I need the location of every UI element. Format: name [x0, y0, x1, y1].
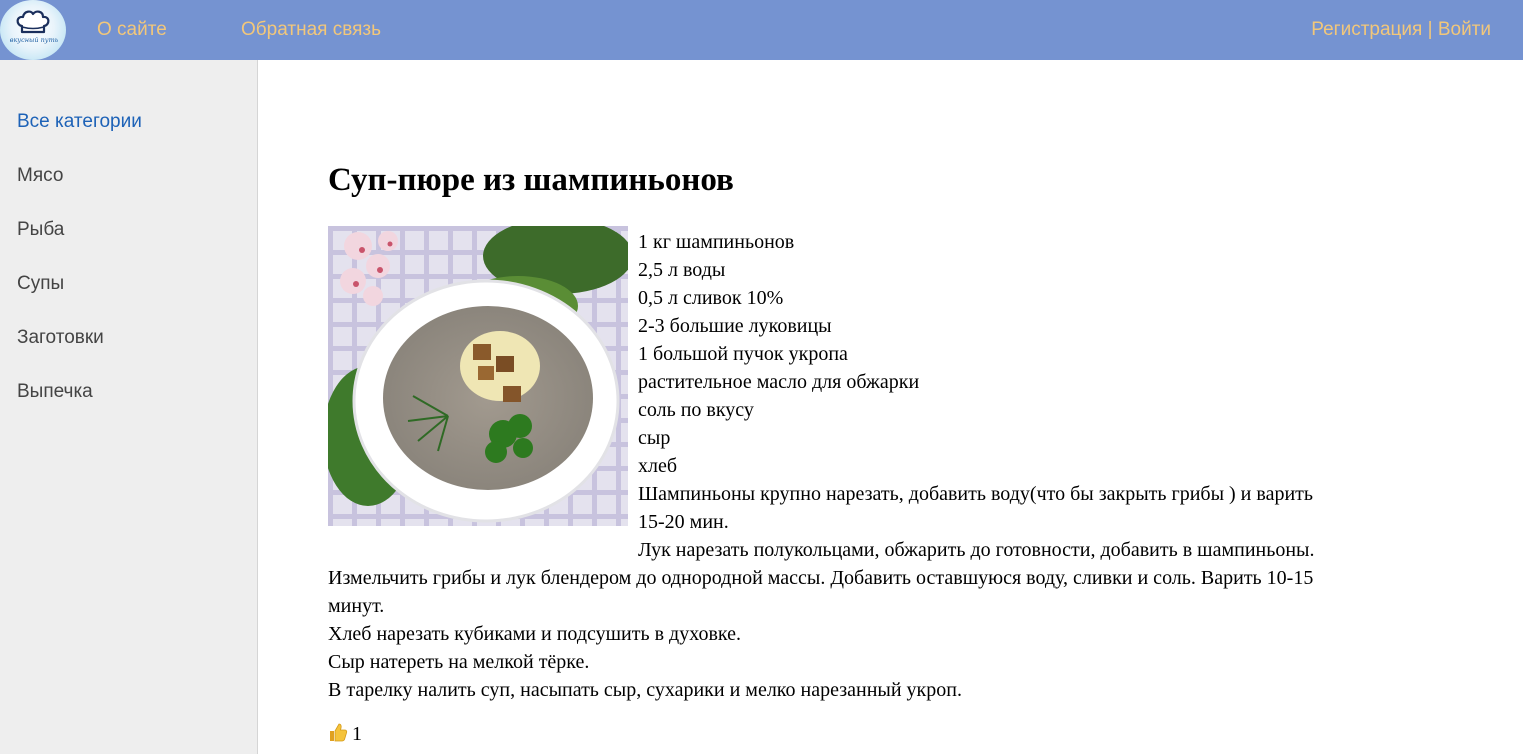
- ingredient-line: хлеб: [638, 455, 678, 477]
- sidebar-item-baking[interactable]: Выпечка: [17, 381, 93, 403]
- step-line: Шампиньоны крупно нарезать, добавить вод…: [638, 483, 1314, 505]
- step-line: Лук нарезать полукольцами, обжарить до г…: [638, 539, 1315, 561]
- ingredient-line: растительное масло для обжарки: [638, 371, 920, 393]
- sidebar-item-soups[interactable]: Супы: [17, 273, 64, 295]
- sidebar-item-fish[interactable]: Рыба: [17, 219, 64, 241]
- step-line: В тарелку налить суп, насыпать сыр, суха…: [328, 679, 962, 701]
- auth-links: Регистрация | Войти: [1311, 19, 1491, 41]
- ingredient-line: 2,5 л воды: [638, 259, 726, 281]
- login-link[interactable]: Войти: [1438, 19, 1491, 40]
- thumbs-up-icon: [328, 722, 348, 748]
- step-line: Сыр натереть на мелкой тёрке.: [328, 651, 590, 673]
- chef-hat-icon: [16, 10, 50, 34]
- sidebar-item-all-categories[interactable]: Все категории: [17, 111, 142, 133]
- site-logo[interactable]: вкусный путь: [0, 0, 66, 60]
- step-line: минут.: [328, 595, 385, 617]
- category-sidebar: Все категории Мясо Рыба Супы Заготовки В…: [0, 60, 258, 754]
- step-line: Измельчить грибы и лук блендером до одно…: [328, 567, 1314, 589]
- ingredient-line: 1 большой пучок укропа: [638, 343, 848, 365]
- recipe-photo: [328, 226, 628, 526]
- like-button[interactable]: 1: [328, 722, 362, 748]
- sidebar-item-preserves[interactable]: Заготовки: [17, 327, 104, 349]
- step-line: Хлеб нарезать кубиками и подсушить в дух…: [328, 623, 741, 645]
- nav-about-link[interactable]: О сайте: [97, 19, 167, 41]
- step-line: 15-20 мин.: [638, 511, 729, 533]
- recipe-title: Суп-пюре из шампиньонов: [328, 162, 734, 198]
- nav-feedback-link[interactable]: Обратная связь: [241, 19, 381, 41]
- ingredient-line: соль по вкусу: [638, 399, 754, 421]
- logo-text: вкусный путь: [9, 36, 59, 44]
- auth-separator: |: [1427, 19, 1433, 40]
- ingredient-line: сыр: [638, 427, 671, 449]
- top-navigation-bar: вкусный путь О сайте Обратная связь Реги…: [0, 0, 1523, 60]
- ingredient-line: 0,5 л сливок 10%: [638, 287, 784, 309]
- register-link[interactable]: Регистрация: [1311, 19, 1422, 40]
- ingredient-line: 2-3 большие луковицы: [638, 315, 832, 337]
- likes-count: 1: [352, 723, 362, 745]
- ingredient-line: 1 кг шампиньонов: [638, 231, 795, 253]
- sidebar-item-meat[interactable]: Мясо: [17, 165, 63, 187]
